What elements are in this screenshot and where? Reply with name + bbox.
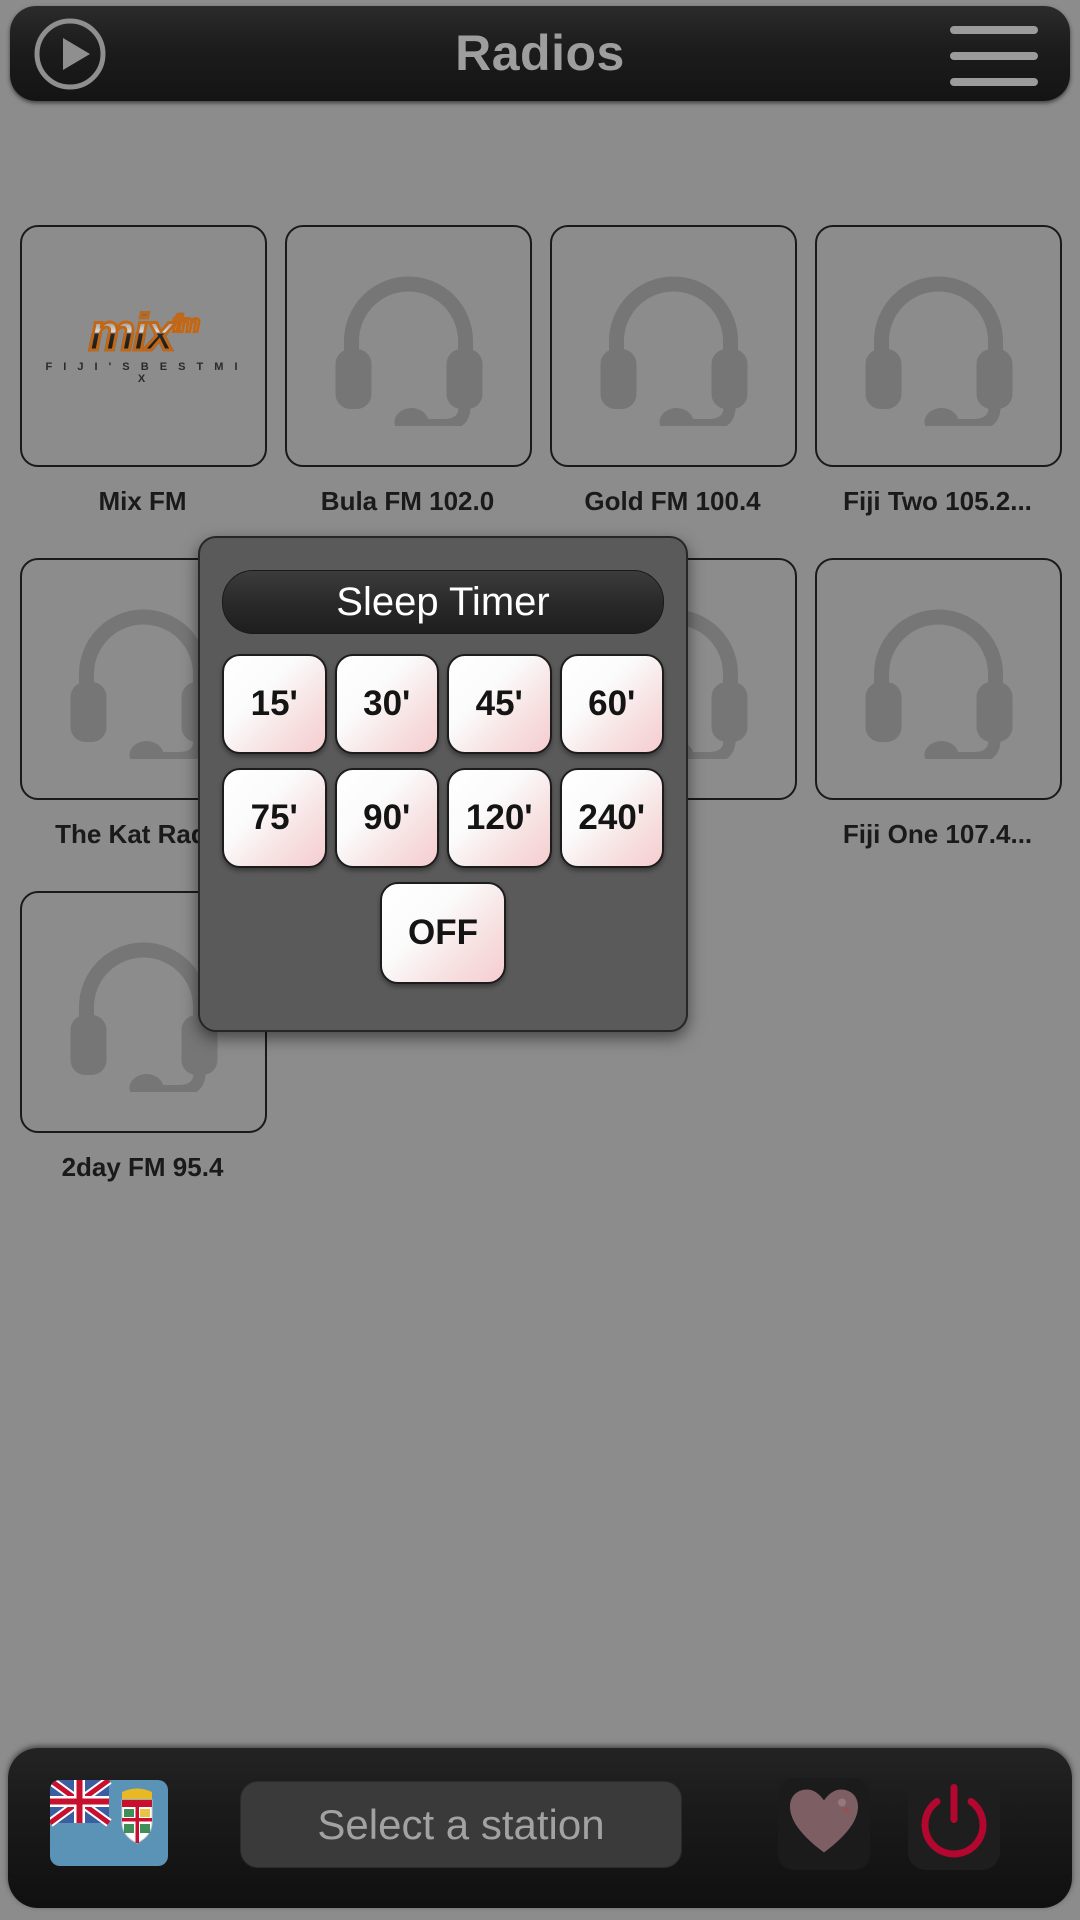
timer-option-90[interactable]: 90' xyxy=(334,768,439,868)
hamburger-menu-icon[interactable] xyxy=(950,26,1038,86)
station-tile-fiji-two[interactable]: Fiji Two 105.2... xyxy=(815,225,1062,558)
header-bar: Radios xyxy=(10,6,1070,101)
menu-line xyxy=(950,26,1038,34)
station-tile-mix-fm[interactable]: mixfm F I J I ' S B E S T M I X Mix FM xyxy=(20,225,267,558)
station-label: Bula FM 102.0 xyxy=(320,486,495,516)
station-label: Fiji Two 105.2... xyxy=(843,486,1032,516)
station-select-field[interactable]: Select a station xyxy=(240,1781,682,1868)
power-glyph xyxy=(918,1784,990,1865)
mixfm-word-text: mix xyxy=(88,304,177,362)
timer-option-75[interactable]: 75' xyxy=(222,768,327,868)
mixfm-logo: mixfm F I J I ' S B E S T M I X xyxy=(44,304,244,386)
timer-option-60[interactable]: 60' xyxy=(559,654,664,754)
station-tile-bula-fm[interactable]: Bula FM 102.0 xyxy=(285,225,532,558)
station-label: Gold FM 100.4 xyxy=(584,486,761,516)
station-label: Fiji One 107.4... xyxy=(842,819,1033,849)
timer-options-grid: 15' 30' 45' 60' 75' 90' 120' 240' OFF xyxy=(222,654,664,998)
timer-options-row: OFF xyxy=(222,882,664,984)
timer-option-30[interactable]: 30' xyxy=(334,654,439,754)
mixfm-logo-tagline: F I J I ' S B E S T M I X xyxy=(45,361,242,385)
station-artwork[interactable] xyxy=(285,225,532,467)
headset-placeholder-icon xyxy=(586,261,761,436)
power-icon[interactable] xyxy=(908,1778,1000,1870)
station-select-placeholder: Select a station xyxy=(317,1800,605,1848)
station-artwork[interactable]: mixfm F I J I ' S B E S T M I X xyxy=(20,225,267,467)
station-tile-fiji-one[interactable]: Fiji One 107.4... xyxy=(815,558,1062,891)
page-title: Radios xyxy=(455,25,625,81)
timer-option-120[interactable]: 120' xyxy=(447,768,552,868)
mixfm-logo-word: mixfm xyxy=(44,304,244,362)
fiji-flag-icon[interactable] xyxy=(50,1780,168,1866)
menu-line xyxy=(950,52,1038,60)
station-artwork[interactable] xyxy=(815,558,1062,800)
station-label: Mix FM xyxy=(98,486,187,516)
timer-option-off[interactable]: OFF xyxy=(380,882,506,984)
station-label: 2day FM 95.4 xyxy=(61,1152,224,1182)
headset-placeholder-icon xyxy=(321,261,496,436)
headset-placeholder-icon xyxy=(851,261,1026,436)
heart-icon[interactable] xyxy=(778,1778,870,1870)
sleep-timer-dialog: Sleep Timer 15' 30' 45' 60' 75' 90' 120'… xyxy=(198,536,688,1032)
heart-glyph xyxy=(787,1787,861,1862)
mixfm-word-sup: fm xyxy=(171,310,201,338)
station-artwork[interactable] xyxy=(550,225,797,467)
station-tile-gold-fm[interactable]: Gold FM 100.4 xyxy=(550,225,797,558)
dialog-title: Sleep Timer xyxy=(222,570,664,634)
station-row: mixfm F I J I ' S B E S T M I X Mix FM B… xyxy=(20,225,1062,558)
menu-line xyxy=(950,78,1038,86)
bottom-bar: Select a station xyxy=(8,1748,1072,1908)
timer-option-15[interactable]: 15' xyxy=(222,654,327,754)
app-root: Radios mixfm F I J I ' S B E S T M I X M… xyxy=(0,0,1080,1920)
timer-options-row: 15' 30' 45' 60' xyxy=(222,654,664,754)
headset-placeholder-icon xyxy=(851,594,1026,769)
station-artwork[interactable] xyxy=(815,225,1062,467)
timer-options-row: 75' 90' 120' 240' xyxy=(222,768,664,868)
timer-option-240[interactable]: 240' xyxy=(559,768,664,868)
timer-option-45[interactable]: 45' xyxy=(447,654,552,754)
